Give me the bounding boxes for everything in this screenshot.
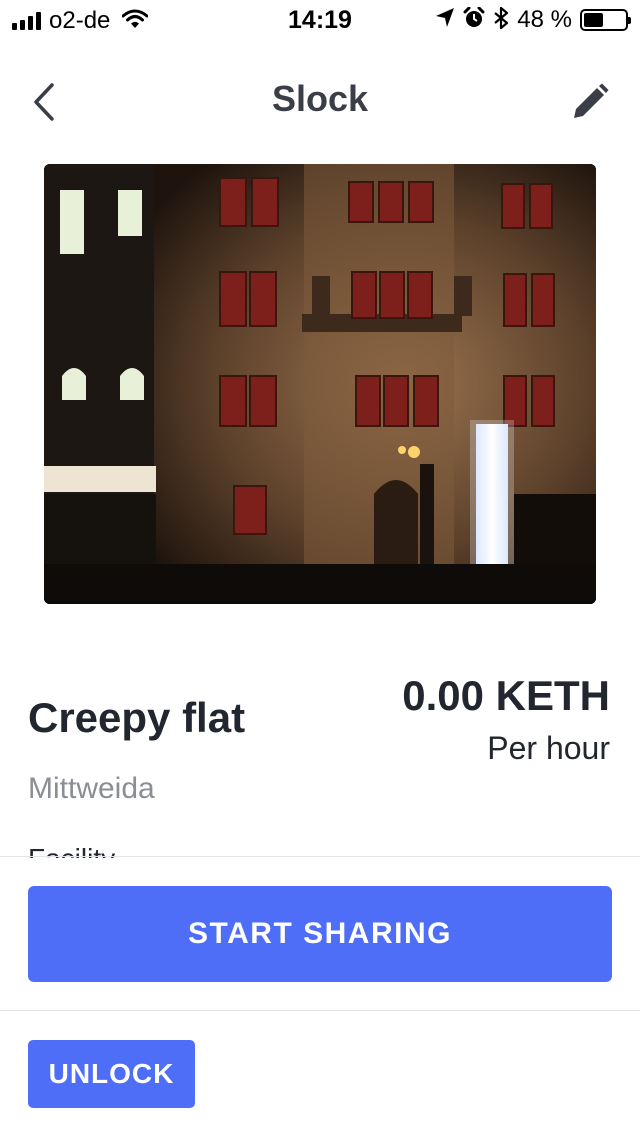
edit-button[interactable] [566, 78, 614, 126]
battery-icon [580, 9, 631, 31]
battery-fill [584, 13, 604, 27]
divider [0, 856, 640, 857]
item-name: Creepy flat [28, 694, 246, 741]
start-sharing-button[interactable]: START SHARING [28, 886, 612, 982]
price-unit: Per hour [487, 730, 610, 766]
page-title: Slock [271, 78, 369, 119]
status-bar: o2-de 14:19 48 % [0, 0, 640, 40]
item-price: 0.00 KETH [402, 672, 610, 719]
pencil-icon [574, 83, 609, 118]
location-arrow-icon [435, 7, 455, 34]
alarm-icon [463, 6, 485, 34]
divider [0, 1010, 640, 1011]
navigation-bar: Slock [0, 62, 640, 142]
status-right: 48 % [435, 6, 631, 35]
bluetooth-icon [493, 6, 509, 35]
battery-percent: 48 % [517, 6, 572, 33]
item-location: Mittweida [28, 772, 155, 805]
unlock-button[interactable]: UNLOCK [28, 1040, 195, 1108]
item-photo [44, 164, 596, 604]
